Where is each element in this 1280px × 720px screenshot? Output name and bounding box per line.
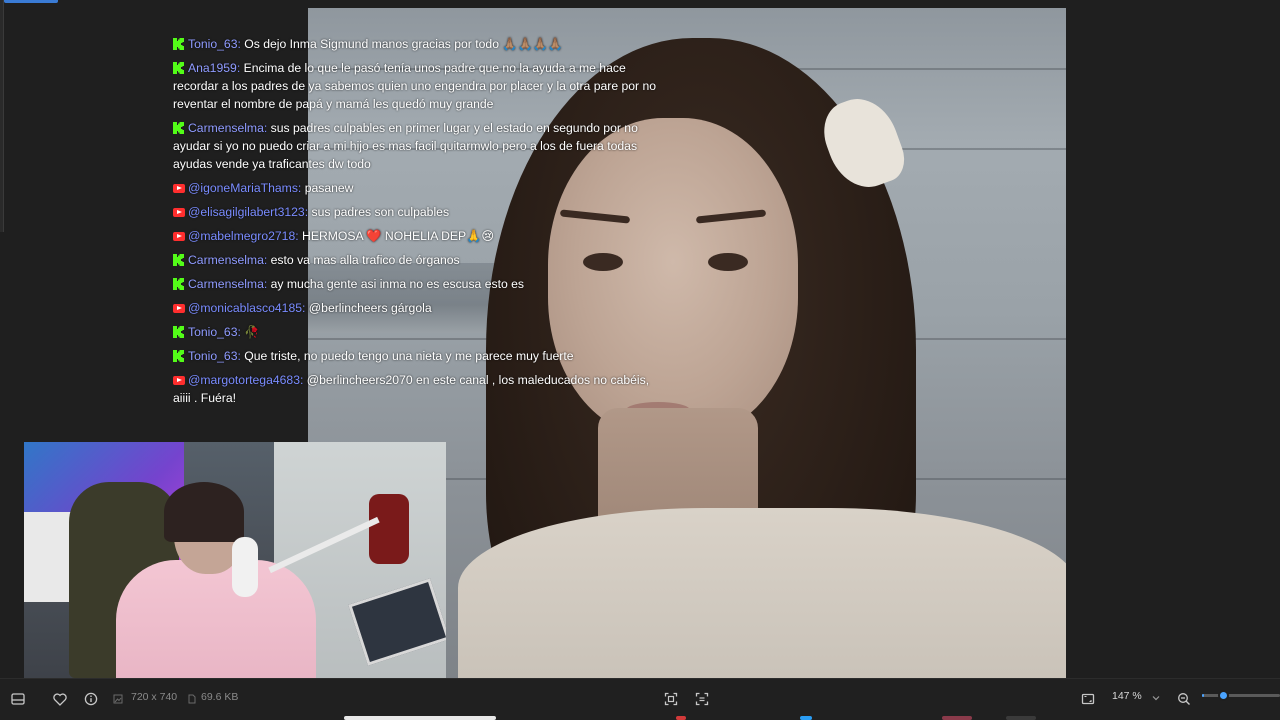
info-icon[interactable] <box>81 689 101 709</box>
fit-screen-icon[interactable] <box>661 689 681 709</box>
kick-logo-icon <box>173 277 185 290</box>
chat-username[interactable]: Carmenselma <box>188 253 264 267</box>
chat-text: sus padres son culpables <box>311 205 450 219</box>
chat-text: esto va mas alla trafico de órganos <box>270 253 460 267</box>
kick-logo-icon <box>173 253 185 266</box>
zoom-slider-fill <box>1202 694 1204 697</box>
zoom-out-icon[interactable] <box>1174 689 1194 709</box>
image-viewer-canvas[interactable]: Tonio_63: Os dejo Inma Sigmund manos gra… <box>0 0 1280 678</box>
chat-separator: : <box>302 301 309 315</box>
streamer-webcam <box>24 442 446 678</box>
chat-text: pasanew <box>304 181 354 195</box>
taskbar-edge <box>0 716 1280 720</box>
zoom-slider-track[interactable] <box>1202 694 1280 697</box>
chat-separator: : <box>299 373 307 387</box>
kick-logo-icon <box>173 61 185 74</box>
chat-message: Ana1959: Encima de lo que le pasó tenía … <box>173 59 663 113</box>
chat-username[interactable]: Carmenselma <box>188 121 264 135</box>
fullscreen-icon[interactable] <box>1078 689 1098 709</box>
chat-username[interactable]: @monicablasco4185 <box>188 301 302 315</box>
chat-text: ay mucha gente asi inma no es escusa est… <box>270 277 525 291</box>
webcam-microphone <box>232 537 258 597</box>
chat-username[interactable]: Tonio_63 <box>188 349 237 363</box>
chat-message: @margotortega4683: @berlincheers2070 en … <box>173 371 663 402</box>
chat-separator: : <box>304 205 312 219</box>
chat-message: Tonio_63: 🥀 <box>173 323 663 341</box>
chat-text: Os dejo Inma Sigmund manos gracias por t… <box>244 37 564 51</box>
chat-text: Que triste, no puedo tengo una nieta y m… <box>244 349 574 363</box>
chat-username[interactable]: Carmenselma <box>188 277 264 291</box>
file-size: 69.6 KB <box>201 691 239 703</box>
chevron-down-icon[interactable] <box>1146 688 1166 708</box>
chat-username[interactable]: Tonio_63 <box>188 37 237 51</box>
chat-username[interactable]: @margotortega4683 <box>188 373 300 387</box>
photo-shirt <box>458 508 1066 678</box>
chat-text: Encima de lo que le pasó tenía unos padr… <box>173 61 657 111</box>
chat-separator: : <box>263 277 271 291</box>
chat-username[interactable]: @igoneMariaThams <box>188 181 298 195</box>
webcam-person-hoodie <box>116 560 316 678</box>
youtube-logo-icon <box>173 376 185 385</box>
chat-message: Carmenselma: sus padres culpables en pri… <box>173 119 663 173</box>
chat-message: Tonio_63: Que triste, no puedo tengo una… <box>173 347 663 365</box>
chat-text: @berlincheers gárgola <box>308 301 432 315</box>
heart-icon[interactable] <box>50 689 70 709</box>
chat-text: HERMOSA ❤️ NOHELIA DEP🙏😢 <box>302 229 495 243</box>
chat-separator: : <box>236 61 244 75</box>
chat-separator: : <box>263 121 271 135</box>
chat-message: Carmenselma: esto va mas alla trafico de… <box>173 251 663 269</box>
status-bar: 720 x 740 69.6 KB 147 % <box>0 678 1280 720</box>
kick-logo-icon <box>173 349 185 362</box>
live-chat-overlay: Tonio_63: Os dejo Inma Sigmund manos gra… <box>173 35 663 402</box>
panel-icon[interactable] <box>8 689 28 709</box>
chat-message: @monicablasco4185: @berlincheers gárgola <box>173 299 663 317</box>
chat-message: @igoneMariaThams: pasanew <box>173 179 663 197</box>
image-dimensions: 720 x 740 <box>131 691 178 703</box>
youtube-logo-icon <box>173 208 185 217</box>
actual-size-icon[interactable] <box>692 689 712 709</box>
youtube-logo-icon <box>173 184 185 193</box>
chat-message: @mabelmegro2718: HERMOSA ❤️ NOHELIA DEP🙏… <box>173 227 663 245</box>
left-panel-edge <box>0 0 4 232</box>
chat-username[interactable]: @elisagilgilabert3123 <box>188 205 305 219</box>
youtube-logo-icon <box>173 304 185 313</box>
image-size-icon <box>112 689 124 709</box>
chat-username[interactable]: @mabelmegro2718 <box>188 229 295 243</box>
chat-message: Carmenselma: ay mucha gente asi inma no … <box>173 275 663 293</box>
kick-logo-icon <box>173 325 185 338</box>
youtube-logo-icon <box>173 232 185 241</box>
active-tab-indicator <box>4 0 58 3</box>
chat-username[interactable]: Tonio_63 <box>188 325 237 339</box>
chat-separator: : <box>297 181 305 195</box>
chat-message: Tonio_63: Os dejo Inma Sigmund manos gra… <box>173 35 663 53</box>
chat-message: @elisagilgilabert3123: sus padres son cu… <box>173 203 663 221</box>
kick-logo-icon <box>173 121 185 134</box>
kick-logo-icon <box>173 37 185 50</box>
file-size-icon <box>186 689 198 709</box>
chat-username[interactable]: Ana1959 <box>188 61 237 75</box>
zoom-slider-thumb[interactable] <box>1217 690 1229 701</box>
chat-separator: : <box>295 229 303 243</box>
zoom-level-value[interactable]: 147 % <box>1112 690 1142 702</box>
chat-separator: : <box>263 253 271 267</box>
chat-text: 🥀 <box>244 325 260 339</box>
